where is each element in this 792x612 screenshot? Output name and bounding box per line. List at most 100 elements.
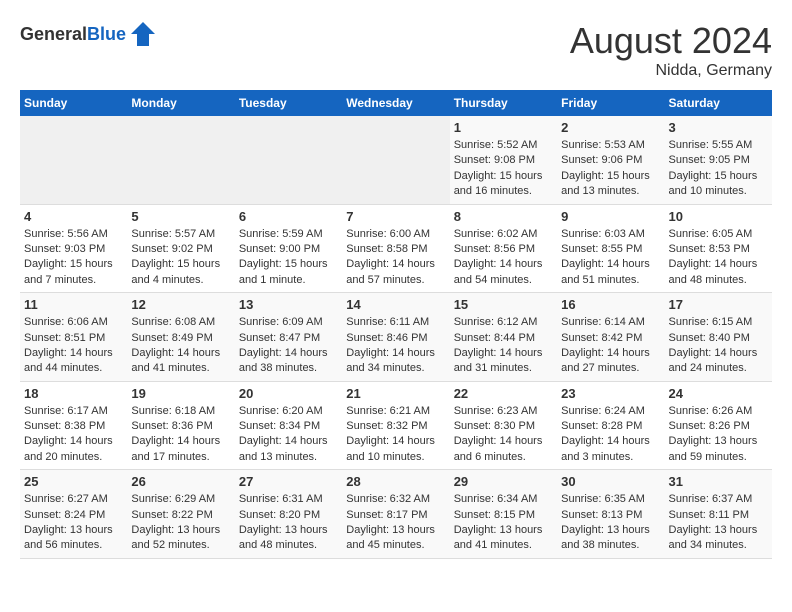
day-info-line: Sunset: 8:38 PM xyxy=(24,420,105,432)
day-number: 19 xyxy=(131,386,230,401)
day-info-line: Sunset: 8:13 PM xyxy=(561,509,642,521)
day-info-line: Daylight: 14 hours and 34 minutes. xyxy=(346,347,435,374)
day-header-thursday: Thursday xyxy=(450,90,557,116)
day-number: 29 xyxy=(454,474,553,489)
day-info-line: Sunrise: 6:17 AM xyxy=(24,405,108,417)
day-info: Sunrise: 6:34 AMSunset: 8:15 PMDaylight:… xyxy=(454,492,553,554)
calendar-cell: 16Sunrise: 6:14 AMSunset: 8:42 PMDayligh… xyxy=(557,293,664,382)
day-number: 13 xyxy=(239,297,338,312)
day-info-line: Sunrise: 6:32 AM xyxy=(346,493,430,505)
day-info-line: Sunrise: 6:21 AM xyxy=(346,405,430,417)
day-info: Sunrise: 5:56 AMSunset: 9:03 PMDaylight:… xyxy=(24,227,123,289)
day-info-line: Sunrise: 6:08 AM xyxy=(131,316,215,328)
day-info-line: Daylight: 15 hours and 4 minutes. xyxy=(131,258,220,285)
day-info-line: Sunset: 8:40 PM xyxy=(669,332,750,344)
day-info-line: Sunset: 8:24 PM xyxy=(24,509,105,521)
calendar-cell: 8Sunrise: 6:02 AMSunset: 8:56 PMDaylight… xyxy=(450,204,557,293)
day-number: 28 xyxy=(346,474,445,489)
day-info: Sunrise: 6:05 AM Sunset: 8:53 PM Daylight:… xyxy=(669,227,768,289)
day-info-line: Sunrise: 6:18 AM xyxy=(131,405,215,417)
day-info-line: Sunrise: 6:34 AM xyxy=(454,493,538,505)
day-number: 3 xyxy=(669,120,768,135)
calendar-cell: 13Sunrise: 6:09 AMSunset: 8:47 PMDayligh… xyxy=(235,293,342,382)
day-info-line: Sunrise: 6:15 AM xyxy=(669,316,753,328)
day-info-line: Sunrise: 6:06 AM xyxy=(24,316,108,328)
header-row: SundayMondayTuesdayWednesdayThursdayFrid… xyxy=(20,90,772,116)
day-info-line: Daylight: 14 hours and 41 minutes. xyxy=(131,347,220,374)
day-info-line: Sunrise: 6:35 AM xyxy=(561,493,645,505)
day-number: 5 xyxy=(131,209,230,224)
calendar-cell: 30Sunrise: 6:35 AMSunset: 8:13 PMDayligh… xyxy=(557,470,664,559)
day-info-line: Daylight: 13 hours and 34 minutes. xyxy=(669,524,758,551)
day-info: Sunrise: 6:31 AMSunset: 8:20 PMDaylight:… xyxy=(239,492,338,554)
day-info: Sunrise: 6:14 AMSunset: 8:42 PMDaylight:… xyxy=(561,315,660,377)
calendar-cell: 20Sunrise: 6:20 AMSunset: 8:34 PMDayligh… xyxy=(235,381,342,470)
day-number: 24 xyxy=(669,386,768,401)
day-info-line: Sunrise: 6:02 AM xyxy=(454,228,538,240)
day-header-monday: Monday xyxy=(127,90,234,116)
calendar-cell: 5Sunrise: 5:57 AMSunset: 9:02 PMDaylight… xyxy=(127,204,234,293)
day-number: 1 xyxy=(454,120,553,135)
calendar-cell: 7Sunrise: 6:00 AMSunset: 8:58 PMDaylight… xyxy=(342,204,449,293)
logo: GeneralBlue xyxy=(20,20,157,48)
day-header-friday: Friday xyxy=(557,90,664,116)
day-info-line: Sunrise: 6:23 AM xyxy=(454,405,538,417)
day-number: 18 xyxy=(24,386,123,401)
day-info-line: Sunset: 8:55 PM xyxy=(561,243,642,255)
day-info-line: Sunrise: 5:52 AM xyxy=(454,139,538,151)
day-number: 14 xyxy=(346,297,445,312)
day-info-line: Sunset: 8:34 PM xyxy=(239,420,320,432)
day-info-line: Daylight: 13 hours and 48 minutes. xyxy=(239,524,328,551)
day-info-line: Daylight: 13 hours and 52 minutes. xyxy=(131,524,220,551)
day-info-line: Daylight: 13 hours and 56 minutes. xyxy=(24,524,113,551)
day-info-line: Sunset: 8:51 PM xyxy=(24,332,105,344)
day-info-line: Sunrise: 6:14 AM xyxy=(561,316,645,328)
day-info-line: Sunrise: 6:27 AM xyxy=(24,493,108,505)
day-number: 11 xyxy=(24,297,123,312)
day-info-line: Daylight: 14 hours and 51 minutes. xyxy=(561,258,650,285)
day-info: Sunrise: 6:23 AM Sunset: 8:30 PM Daylight:… xyxy=(454,404,553,466)
day-info-line: Daylight: 15 hours and 10 minutes. xyxy=(669,170,758,197)
day-info: Sunrise: 6:26 AMSunset: 8:26 PMDaylight:… xyxy=(669,404,768,466)
day-info-line: Sunset: 8:32 PM xyxy=(346,420,427,432)
calendar-cell: 2Sunrise: 5:53 AMSunset: 9:06 PMDaylight… xyxy=(557,116,664,204)
day-info-line: Daylight: 14 hours and 48 minutes. xyxy=(669,258,758,285)
day-info-line: Sunrise: 6:29 AM xyxy=(131,493,215,505)
calendar-table: SundayMondayTuesdayWednesdayThursdayFrid… xyxy=(20,90,772,559)
day-info-line: Daylight: 14 hours and 38 minutes. xyxy=(239,347,328,374)
day-info-line: Sunset: 8:53 PM xyxy=(669,243,750,255)
day-info-line: Daylight: 15 hours and 1 minute. xyxy=(239,258,328,285)
day-info-line: Daylight: 14 hours and 6 minutes. xyxy=(454,435,543,462)
day-number: 27 xyxy=(239,474,338,489)
day-info-line: Sunrise: 6:26 AM xyxy=(669,405,753,417)
day-info-line: Sunset: 8:30 PM xyxy=(454,420,535,432)
day-info: Sunrise: 6:02 AMSunset: 8:56 PMDaylight:… xyxy=(454,227,553,289)
day-info-line: Sunrise: 6:05 AM xyxy=(669,228,753,240)
calendar-cell: 9Sunrise: 6:03 AMSunset: 8:55 PMDaylight… xyxy=(557,204,664,293)
day-info-line: Sunset: 8:28 PM xyxy=(561,420,642,432)
day-info-line: Daylight: 14 hours and 44 minutes. xyxy=(24,347,113,374)
calendar-cell: 4Sunrise: 5:56 AMSunset: 9:03 PMDaylight… xyxy=(20,204,127,293)
day-number: 23 xyxy=(561,386,660,401)
calendar-cell: 22Sunrise: 6:23 AMSunset: 8:30 PMDayligh… xyxy=(450,381,557,470)
week-row-3: 18 Sunrise: 6:17 AM Sunset: 8:38 PM Dayligh… xyxy=(20,381,772,470)
day-info: Sunrise: 6:12 AMSunset: 8:44 PMDaylight:… xyxy=(454,315,553,377)
calendar-cell: 6Sunrise: 5:59 AMSunset: 9:00 PMDaylight… xyxy=(235,204,342,293)
day-header-sunday: Sunday xyxy=(20,90,127,116)
day-info-line: Sunset: 9:06 PM xyxy=(561,154,642,166)
calendar-cell: 18Sunrise: 6:17 AMSunset: 8:38 PMDayligh… xyxy=(20,381,127,470)
day-number: 17 xyxy=(669,297,768,312)
day-info-line: Daylight: 15 hours and 16 minutes. xyxy=(454,170,543,197)
calendar-cell: 23Sunrise: 6:24 AMSunset: 8:28 PMDayligh… xyxy=(557,381,664,470)
day-info-line: Daylight: 14 hours and 3 minutes. xyxy=(561,435,650,462)
day-info-line: Sunrise: 6:00 AM xyxy=(346,228,430,240)
day-info: Sunrise: 6:29 AMSunset: 8:22 PMDaylight:… xyxy=(131,492,230,554)
day-info: Sunrise: 6:20 AMSunset: 8:34 PMDaylight:… xyxy=(239,404,338,466)
day-info-line: Daylight: 14 hours and 57 minutes. xyxy=(346,258,435,285)
calendar-cell: 3Sunrise: 5:55 AMSunset: 9:05 PMDaylight… xyxy=(665,116,772,204)
week-row-2: 11 Sunrise: 6:06 AM Sunset: 8:51 PM Dayligh… xyxy=(20,293,772,382)
calendar-cell: 21Sunrise: 6:21 AMSunset: 8:32 PMDayligh… xyxy=(342,381,449,470)
day-info: Sunrise: 6:18 AMSunset: 8:36 PMDaylight:… xyxy=(131,404,230,466)
day-header-tuesday: Tuesday xyxy=(235,90,342,116)
logo-icon xyxy=(129,20,157,48)
